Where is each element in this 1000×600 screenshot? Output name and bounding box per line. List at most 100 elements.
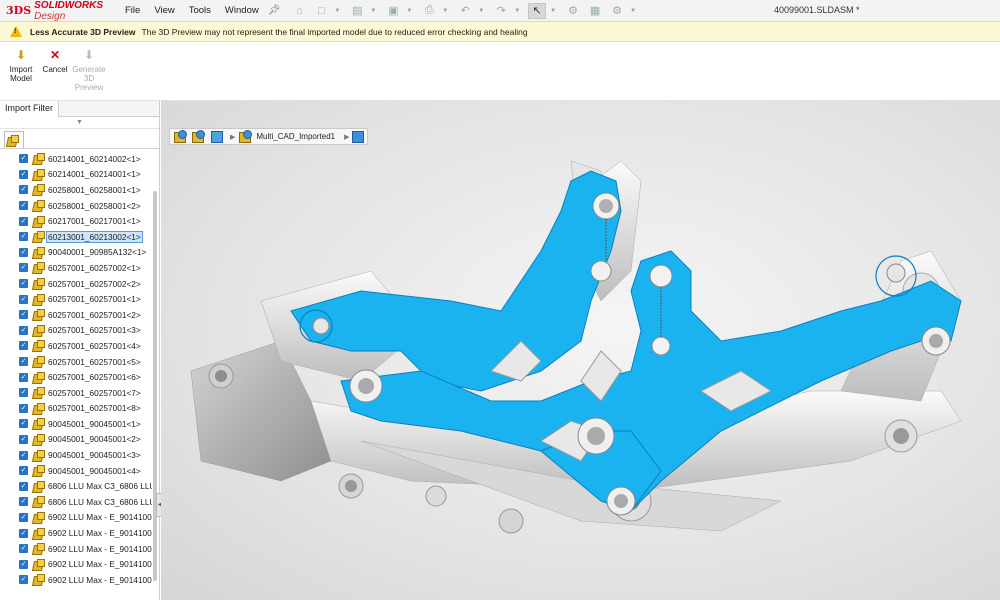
import-model-button[interactable]: ⬇ Import Model <box>4 48 38 100</box>
tree-item-label: 6902 LLU Max - E_90141001 <box>48 528 152 539</box>
graphics-viewport[interactable]: ▶ Multi_CAD_Imported1 ▶ <box>161 101 1000 600</box>
tree-item-checkbox[interactable]: ✓ <box>19 247 28 257</box>
generate-preview-label: Generate 3D Preview <box>72 65 106 92</box>
new-dropdown-icon[interactable]: ▼ <box>334 8 340 14</box>
pin-icon[interactable]: 📌︎ <box>268 5 281 16</box>
options-icon[interactable]: ⚙ <box>608 3 626 19</box>
menu-tools[interactable]: Tools <box>182 5 218 16</box>
undo-icon[interactable]: ↶ <box>456 3 474 19</box>
tree-item-checkbox[interactable]: ✓ <box>19 279 28 289</box>
tree-item[interactable]: ✓ 6806 LLU Max C3_6806 LLU <box>0 494 152 510</box>
import-command-bar: ⬇ Import Model ✕ Cancel ⬇ Generate 3D Pr… <box>0 43 1000 101</box>
rebuild-icon[interactable]: ⚙ <box>564 3 582 19</box>
tree-item-checkbox[interactable]: ✓ <box>19 450 28 460</box>
tree-item-checkbox[interactable]: ✓ <box>19 403 28 413</box>
tree-item-checkbox[interactable]: ✓ <box>19 544 28 554</box>
tree-item[interactable]: ✓ 6902 LLU Max - E_90141001 <box>0 525 152 541</box>
tree-item-checkbox[interactable]: ✓ <box>19 512 28 522</box>
undo-dropdown-icon[interactable]: ▼ <box>478 8 484 14</box>
tree-item-checkbox[interactable]: ✓ <box>19 263 28 273</box>
tree-item-checkbox[interactable]: ✓ <box>19 201 28 211</box>
menu-file[interactable]: File <box>118 5 147 16</box>
redo-icon[interactable]: ↷ <box>492 3 510 19</box>
tree-item[interactable]: ✓ 60213001_60213002<1> <box>0 229 152 245</box>
tree-scrollbar[interactable] <box>152 151 158 599</box>
tree-item-label: 60217001_60217001<1> <box>48 216 141 227</box>
tree-item[interactable]: ✓ 90045001_90045001<1> <box>0 416 152 432</box>
open-dropdown-icon[interactable]: ▼ <box>370 8 376 14</box>
cancel-button[interactable]: ✕ Cancel <box>38 48 72 100</box>
tree-item-checkbox[interactable]: ✓ <box>19 169 28 179</box>
new-document-icon[interactable]: □ <box>312 3 330 19</box>
tree-item[interactable]: ✓ 60257001_60257001<5> <box>0 354 152 370</box>
feature-tree-tab[interactable] <box>4 131 24 148</box>
tree-item[interactable]: ✓ 60214001_60214002<1> <box>0 151 152 167</box>
tree-item-checkbox[interactable]: ✓ <box>19 497 28 507</box>
tree-item[interactable]: ✓ 6902 LLU Max - E_90141001 <box>0 541 152 557</box>
home-icon[interactable]: ⌂ <box>290 3 308 19</box>
tree-item-checkbox[interactable]: ✓ <box>19 419 28 429</box>
part-icon <box>33 340 45 351</box>
tree-item-checkbox[interactable]: ✓ <box>19 559 28 569</box>
cancel-label: Cancel <box>42 65 68 74</box>
tree-item[interactable]: ✓ 90045001_90045001<2> <box>0 432 152 448</box>
tree-item-label: 90040001_90985A132<1> <box>48 247 147 258</box>
tree-item-checkbox[interactable]: ✓ <box>19 357 28 367</box>
tab-import-filter[interactable]: Import Filter <box>0 101 60 117</box>
tree-item[interactable]: ✓ 90045001_90045001<3> <box>0 447 152 463</box>
tree-item-checkbox[interactable]: ✓ <box>19 575 28 585</box>
tree-scroll-thumb[interactable] <box>153 191 157 581</box>
tree-item-checkbox[interactable]: ✓ <box>19 372 28 382</box>
menu-window[interactable]: Window <box>218 5 266 16</box>
tree-item[interactable]: ✓ 60257001_60257001<2> <box>0 307 152 323</box>
tree-item[interactable]: ✓ 60257001_60257001<7> <box>0 385 152 401</box>
panel-collapse-grip-icon[interactable]: ▼ <box>0 117 159 129</box>
tree-item[interactable]: ✓ 6806 LLU Max C3_6806 LLU <box>0 478 152 494</box>
tree-item[interactable]: ✓ 6902 LLU Max - E_90141001 <box>0 510 152 526</box>
tree-item[interactable]: ✓ 6902 LLU Max - E_90141001 <box>0 556 152 572</box>
tree-item-checkbox[interactable]: ✓ <box>19 466 28 476</box>
menu-view[interactable]: View <box>147 5 181 16</box>
redo-dropdown-icon[interactable]: ▼ <box>514 8 520 14</box>
file-properties-icon[interactable]: ▦ <box>586 3 604 19</box>
tree-item[interactable]: ✓ 60258001_60258001<2> <box>0 198 152 214</box>
tree-item-checkbox[interactable]: ✓ <box>19 216 28 226</box>
tree-item[interactable]: ✓ 90040001_90985A132<1> <box>0 245 152 261</box>
select-dropdown-icon[interactable]: ▼ <box>550 8 556 14</box>
tree-item[interactable]: ✓ 60257001_60257001<1> <box>0 291 152 307</box>
generate-3d-preview-button[interactable]: ⬇ Generate 3D Preview <box>72 48 106 100</box>
3d-model-render[interactable] <box>161 101 1000 600</box>
tree-item[interactable]: ✓ 60257001_60257001<6> <box>0 369 152 385</box>
tree-item-checkbox[interactable]: ✓ <box>19 294 28 304</box>
tree-item-checkbox[interactable]: ✓ <box>19 434 28 444</box>
print-dropdown-icon[interactable]: ▼ <box>442 8 448 14</box>
tree-item-checkbox[interactable]: ✓ <box>19 310 28 320</box>
save-icon[interactable]: ▣ <box>384 3 402 19</box>
tree-item-checkbox[interactable]: ✓ <box>19 341 28 351</box>
part-icon <box>33 153 45 164</box>
tree-item-checkbox[interactable]: ✓ <box>19 528 28 538</box>
options-dropdown-icon[interactable]: ▼ <box>630 8 636 14</box>
tree-item-checkbox[interactable]: ✓ <box>19 388 28 398</box>
tree-item-checkbox[interactable]: ✓ <box>19 232 28 242</box>
tree-item-checkbox[interactable]: ✓ <box>19 154 28 164</box>
tree-item[interactable]: ✓ 60257001_60257001<8> <box>0 401 152 417</box>
tree-item-checkbox[interactable]: ✓ <box>19 325 28 335</box>
tree-item[interactable]: ✓ 60258001_60258001<1> <box>0 182 152 198</box>
tree-item[interactable]: ✓ 60257001_60257002<1> <box>0 260 152 276</box>
part-icon <box>33 246 45 258</box>
tree-item[interactable]: ✓ 60214001_60214001<1> <box>0 167 152 183</box>
save-dropdown-icon[interactable]: ▼ <box>406 8 412 14</box>
tree-item-checkbox[interactable]: ✓ <box>19 481 28 491</box>
print-icon[interactable]: ⎙ <box>420 3 438 19</box>
tree-item[interactable]: ✓ 6902 LLU Max - E_90141001 <box>0 572 152 588</box>
tree-item-checkbox[interactable]: ✓ <box>19 185 28 195</box>
open-icon[interactable]: ▤ <box>348 3 366 19</box>
tree-item[interactable]: ✓ 60217001_60217001<1> <box>0 213 152 229</box>
tree-item[interactable]: ✓ 90045001_90045001<4> <box>0 463 152 479</box>
select-pointer-icon[interactable]: ↖ <box>528 2 547 19</box>
tree-item[interactable]: ✓ 60257001_60257002<2> <box>0 276 152 292</box>
tree-item[interactable]: ✓ 60257001_60257001<3> <box>0 323 152 339</box>
solidworks-logo[interactable]: 3DS SOLIDWORKS Design <box>0 0 118 22</box>
tree-item[interactable]: ✓ 60257001_60257001<4> <box>0 338 152 354</box>
